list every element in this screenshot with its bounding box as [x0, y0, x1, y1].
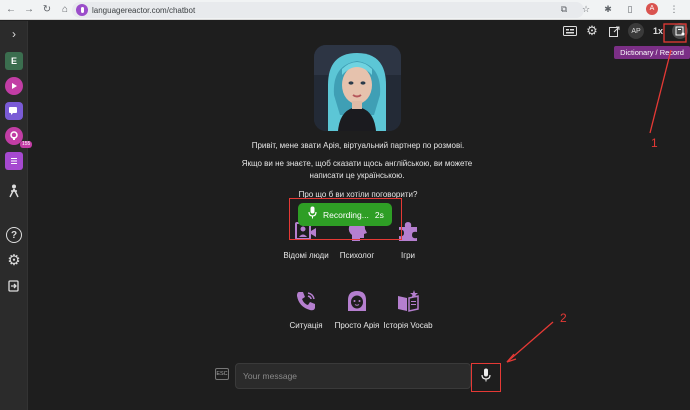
- topic-label: Відомі люди: [283, 251, 329, 260]
- microphone-icon: [481, 368, 491, 387]
- logout-icon[interactable]: [5, 277, 23, 295]
- sidepanel-icon[interactable]: ▯: [624, 3, 636, 15]
- menu-kebab-icon[interactable]: ⋮: [668, 3, 680, 15]
- mic-record-button[interactable]: [471, 363, 501, 392]
- recording-timer: 2s: [374, 209, 384, 220]
- address-bar[interactable]: languagereactor.com/chatbot: [72, 2, 584, 18]
- intro-hint: Якщо ви не знаєте, щоб сказати щось англ…: [241, 159, 473, 180]
- export-icon[interactable]: [606, 23, 622, 39]
- intro-greeting: Привіт, мене звати Арія, віртуальний пар…: [251, 141, 465, 150]
- recording-indicator[interactable]: Recording... 2s: [298, 203, 392, 226]
- help-icon[interactable]: ?: [6, 227, 22, 243]
- topic-situations[interactable]: Ситуація: [281, 286, 331, 331]
- site-mic-icon: [76, 4, 88, 16]
- chat-icon[interactable]: [5, 102, 23, 120]
- aria-avatar: [314, 45, 401, 131]
- phone-situation-icon: [291, 286, 321, 316]
- play-icon[interactable]: [5, 77, 23, 95]
- install-app-icon[interactable]: ⧉: [558, 3, 570, 15]
- message-input[interactable]: [235, 363, 471, 389]
- topic-label: Ігри: [400, 251, 416, 260]
- list-icon[interactable]: [5, 152, 23, 170]
- dictionary-record-button[interactable]: [672, 23, 688, 39]
- dictionary-count-badge: 155: [20, 141, 33, 148]
- aria-face-icon: [342, 286, 372, 316]
- microphone-icon: [308, 206, 317, 224]
- topic-label: Ситуація: [289, 321, 323, 330]
- topic-vocab-story[interactable]: Історія Vocab: [383, 286, 433, 331]
- esc-key-hint: ESC: [215, 368, 229, 380]
- topic-label: Психолог: [339, 251, 375, 260]
- home-icon[interactable]: ⌂: [60, 4, 70, 15]
- sidebar-item-e[interactable]: E: [5, 52, 23, 70]
- bookmark-star-icon[interactable]: ☆: [580, 3, 592, 15]
- settings-icon[interactable]: ⚙: [5, 251, 23, 269]
- subtitles-icon[interactable]: [562, 23, 578, 39]
- extensions-icon[interactable]: ✱: [602, 3, 614, 15]
- app-toolbar: ⚙ AP 1x: [29, 21, 690, 41]
- topic-label: Історія Vocab: [383, 321, 433, 330]
- book-star-icon: [393, 286, 423, 316]
- annotation-number-2: 2: [560, 311, 567, 325]
- topic-label: Просто Арія: [334, 321, 380, 330]
- dictionary-icon[interactable]: 155: [5, 127, 33, 148]
- ap-button[interactable]: AP: [628, 23, 644, 39]
- dictionary-record-tooltip: Dictionary / Record: [614, 46, 690, 59]
- sidebar-collapse-icon[interactable]: ›: [5, 25, 23, 43]
- topic-just-aria[interactable]: Просто Арія: [332, 286, 382, 331]
- reload-icon[interactable]: ↻: [42, 4, 52, 15]
- settings-gear-icon[interactable]: ⚙: [584, 23, 600, 39]
- url-text: languagereactor.com/chatbot: [92, 5, 196, 15]
- person-icon[interactable]: [5, 182, 23, 200]
- sidebar: › E 155 ? ⚙: [0, 21, 33, 410]
- forward-arrow-icon[interactable]: →: [24, 4, 34, 15]
- back-arrow-icon[interactable]: ←: [6, 4, 16, 15]
- annotation-number-1: 1: [651, 136, 658, 150]
- profile-avatar[interactable]: A: [646, 3, 658, 15]
- recording-label: Recording...: [323, 209, 369, 220]
- speed-button[interactable]: 1x: [650, 23, 666, 39]
- browser-toolbar: ← → ↻ ⌂ languagereactor.com/chatbot ⧉ ☆ …: [0, 0, 690, 20]
